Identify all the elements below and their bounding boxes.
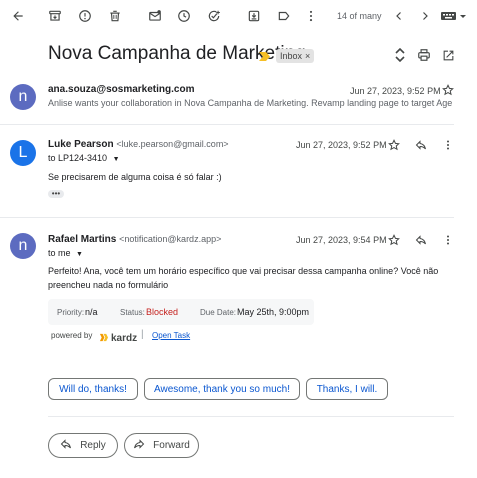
kardz-logo-icon bbox=[99, 329, 108, 347]
open-new-window-icon[interactable] bbox=[438, 45, 458, 65]
forward-icon bbox=[133, 438, 145, 453]
more-vert-icon[interactable] bbox=[441, 138, 455, 152]
divider bbox=[0, 217, 454, 218]
reply-icon[interactable] bbox=[414, 138, 428, 152]
kardz-brand: kardz bbox=[111, 332, 138, 344]
delete-icon[interactable] bbox=[105, 6, 125, 26]
add-task-icon[interactable] bbox=[204, 6, 224, 26]
sender-address: ana.souza@sosmarketing.com bbox=[48, 84, 195, 95]
back-arrow-icon[interactable] bbox=[8, 6, 28, 26]
move-to-icon[interactable] bbox=[244, 6, 264, 26]
keyboard-icon[interactable] bbox=[441, 9, 467, 23]
older-chevron-icon[interactable] bbox=[415, 6, 435, 26]
recipient-text: to me bbox=[48, 248, 71, 258]
smart-reply-button[interactable]: Thanks, I will. bbox=[306, 378, 388, 400]
star-icon[interactable] bbox=[387, 138, 401, 152]
recipient-text: to LP124-3410 bbox=[48, 153, 108, 163]
recipient-line[interactable]: to LP124-3410 ▼ bbox=[48, 153, 120, 163]
status-value: Blocked bbox=[146, 307, 179, 317]
recipient-line[interactable]: to me ▼ bbox=[48, 248, 83, 258]
message-date: Jun 27, 2023, 9:52 PM bbox=[296, 140, 387, 150]
separator: | bbox=[141, 329, 144, 340]
recipient-details-icon[interactable]: ▼ bbox=[76, 251, 83, 258]
smart-reply-button[interactable]: Will do, thanks! bbox=[48, 378, 138, 400]
avatar: L bbox=[10, 140, 36, 166]
message-body-line: Perfeito! Ana, você tem um horário espec… bbox=[48, 266, 439, 276]
forward-label: Forward bbox=[153, 440, 190, 451]
reply-label: Reply bbox=[80, 440, 106, 451]
inbox-label-chip[interactable]: Inbox × bbox=[276, 49, 315, 63]
inbox-label-text: Inbox bbox=[280, 51, 303, 61]
sender-name-text: Rafael Martins bbox=[48, 234, 117, 245]
reply-button[interactable]: Reply bbox=[48, 433, 118, 458]
forward-button[interactable]: Forward bbox=[124, 433, 199, 458]
sender-email: <notification@kardz.app> bbox=[119, 234, 222, 244]
more-vert-icon[interactable] bbox=[441, 233, 455, 247]
kardz-logo: kardz bbox=[99, 329, 137, 347]
status-label: Status: bbox=[120, 308, 145, 317]
reply-icon bbox=[60, 438, 72, 453]
snooze-icon[interactable] bbox=[174, 6, 194, 26]
star-icon[interactable] bbox=[441, 83, 455, 97]
pagination-text: 14 of many bbox=[337, 11, 382, 21]
label-icon[interactable] bbox=[274, 6, 294, 26]
archive-icon[interactable] bbox=[45, 6, 65, 26]
message-body: Se precisarem de alguma coisa é só falar… bbox=[48, 172, 222, 182]
message-body-line: preencheu nada no formulário bbox=[48, 280, 169, 290]
message-snippet: Anlise wants your collaboration in Nova … bbox=[48, 98, 453, 108]
divider bbox=[48, 416, 454, 417]
mark-unread-icon[interactable] bbox=[145, 6, 165, 26]
message-date: Jun 27, 2023, 9:54 PM bbox=[296, 235, 387, 245]
task-card: Priority: n/a Status: Blocked Due Date: … bbox=[48, 299, 314, 325]
remove-label-icon[interactable]: × bbox=[305, 51, 310, 61]
print-icon[interactable] bbox=[414, 45, 434, 65]
important-marker-icon[interactable] bbox=[258, 51, 270, 61]
star-icon[interactable] bbox=[387, 233, 401, 247]
priority-value: n/a bbox=[85, 307, 98, 317]
open-task-link[interactable]: Open Task bbox=[152, 331, 190, 340]
avatar: n bbox=[10, 84, 36, 110]
newer-chevron-icon[interactable] bbox=[389, 6, 409, 26]
due-date-value: May 25th, 9:00pm bbox=[237, 307, 310, 317]
reply-icon[interactable] bbox=[414, 233, 428, 247]
report-spam-icon[interactable] bbox=[75, 6, 95, 26]
avatar: n bbox=[10, 233, 36, 259]
sender-name-text: Luke Pearson bbox=[48, 139, 114, 150]
message-date: Jun 27, 2023, 9:52 PM bbox=[350, 86, 441, 96]
priority-label: Priority: bbox=[57, 308, 85, 317]
sender-name: Rafael Martins <notification@kardz.app> bbox=[48, 234, 221, 245]
due-date-label: Due Date: bbox=[200, 308, 237, 317]
smart-reply-button[interactable]: Awesome, thank you so much! bbox=[144, 378, 300, 400]
more-vert-icon[interactable] bbox=[301, 6, 321, 26]
expand-all-icon[interactable] bbox=[390, 45, 410, 65]
recipient-details-icon[interactable]: ▼ bbox=[113, 156, 120, 163]
powered-by-text: powered by bbox=[51, 331, 93, 340]
show-trimmed-content-button[interactable]: ••• bbox=[48, 190, 64, 198]
sender-name: Luke Pearson <luke.pearson@gmail.com> bbox=[48, 139, 229, 150]
divider bbox=[0, 124, 454, 125]
sender-email: <luke.pearson@gmail.com> bbox=[116, 139, 229, 149]
